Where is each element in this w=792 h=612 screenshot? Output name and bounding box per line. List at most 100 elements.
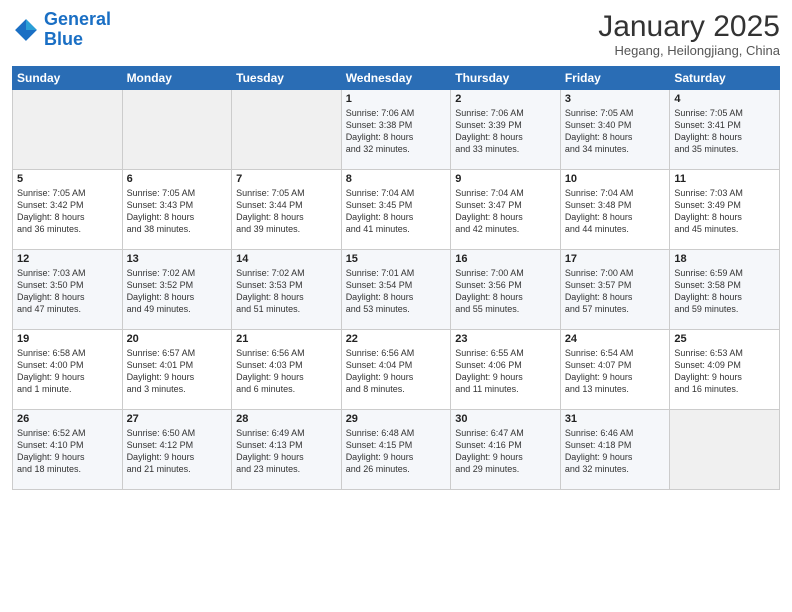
calendar-cell: 26Sunrise: 6:52 AM Sunset: 4:10 PM Dayli…	[13, 410, 123, 490]
cell-content: Sunrise: 6:55 AM Sunset: 4:06 PM Dayligh…	[455, 347, 556, 396]
calendar-cell	[670, 410, 780, 490]
calendar-cell: 19 Sunrise: 6:58 AM Sunset: 4:00 PM Dayli…	[13, 330, 123, 410]
calendar-cell: 16Sunrise: 7:00 AM Sunset: 3:56 PM Dayli…	[451, 250, 561, 330]
cell-content: Sunrise: 7:02 AM Sunset: 3:52 PM Dayligh…	[127, 267, 228, 316]
cell-content: Sunrise: 7:00 AM Sunset: 3:56 PM Dayligh…	[455, 267, 556, 316]
calendar-cell: 8 Sunrise: 7:04 AM Sunset: 3:45 PM Daylig…	[341, 170, 451, 250]
logo: General Blue	[12, 10, 111, 50]
cell-content: Sunrise: 6:58 AM Sunset: 4:00 PM Dayligh…	[17, 347, 118, 396]
calendar-cell	[232, 90, 342, 170]
day-number: 11	[674, 173, 775, 185]
cell-content: Sunrise: 7:05 AM Sunset: 3:44 PM Dayligh…	[236, 187, 337, 236]
page-container: General Blue January 2025 Hegang, Heilon…	[0, 0, 792, 498]
cell-content: Sunrise: 7:04 AM Sunset: 3:45 PM Dayligh…	[346, 187, 447, 236]
day-header-sunday: Sunday	[13, 67, 123, 90]
day-header-monday: Monday	[122, 67, 232, 90]
calendar-week-row: 5 Sunrise: 7:05 AM Sunset: 3:42 PM Daylig…	[13, 170, 780, 250]
cell-content: Sunrise: 7:05 AM Sunset: 3:42 PM Dayligh…	[17, 187, 118, 236]
day-number: 22	[346, 333, 447, 345]
calendar-cell: 3 Sunrise: 7:05 AM Sunset: 3:40 PM Daylig…	[560, 90, 670, 170]
logo-general: General	[44, 9, 111, 29]
day-number: 7	[236, 173, 337, 185]
calendar-week-row: 26Sunrise: 6:52 AM Sunset: 4:10 PM Dayli…	[13, 410, 780, 490]
logo-blue: Blue	[44, 30, 111, 50]
cell-content: Sunrise: 6:49 AM Sunset: 4:13 PM Dayligh…	[236, 427, 337, 476]
cell-content: Sunrise: 7:06 AM Sunset: 3:39 PM Dayligh…	[455, 107, 556, 156]
calendar-cell: 7 Sunrise: 7:05 AM Sunset: 3:44 PM Daylig…	[232, 170, 342, 250]
day-header-thursday: Thursday	[451, 67, 561, 90]
cell-content: Sunrise: 6:56 AM Sunset: 4:03 PM Dayligh…	[236, 347, 337, 396]
day-number: 19	[17, 333, 118, 345]
calendar-cell: 21Sunrise: 6:56 AM Sunset: 4:03 PM Dayli…	[232, 330, 342, 410]
calendar-cell: 14Sunrise: 7:02 AM Sunset: 3:53 PM Dayli…	[232, 250, 342, 330]
calendar-week-row: 1Sunrise: 7:06 AM Sunset: 3:38 PM Daylig…	[13, 90, 780, 170]
calendar-cell	[122, 90, 232, 170]
cell-content: Sunrise: 7:04 AM Sunset: 3:48 PM Dayligh…	[565, 187, 666, 236]
day-number: 13	[127, 253, 228, 265]
calendar-week-row: 19 Sunrise: 6:58 AM Sunset: 4:00 PM Dayli…	[13, 330, 780, 410]
month-title: January 2025	[598, 10, 780, 43]
calendar-cell: 31 Sunrise: 6:46 AM Sunset: 4:18 PM Dayli…	[560, 410, 670, 490]
day-number: 30	[455, 413, 556, 425]
calendar-week-row: 12Sunrise: 7:03 AM Sunset: 3:50 PM Dayli…	[13, 250, 780, 330]
calendar-cell: 22 Sunrise: 6:56 AM Sunset: 4:04 PM Dayli…	[341, 330, 451, 410]
logo-icon	[12, 16, 40, 44]
calendar-cell: 6Sunrise: 7:05 AM Sunset: 3:43 PM Daylig…	[122, 170, 232, 250]
day-number: 6	[127, 173, 228, 185]
calendar-cell: 24Sunrise: 6:54 AM Sunset: 4:07 PM Dayli…	[560, 330, 670, 410]
cell-content: Sunrise: 7:03 AM Sunset: 3:49 PM Dayligh…	[674, 187, 775, 236]
day-number: 10	[565, 173, 666, 185]
day-number: 12	[17, 253, 118, 265]
calendar-cell: 15 Sunrise: 7:01 AM Sunset: 3:54 PM Dayli…	[341, 250, 451, 330]
calendar-cell: 13 Sunrise: 7:02 AM Sunset: 3:52 PM Dayli…	[122, 250, 232, 330]
calendar-cell: 25Sunrise: 6:53 AM Sunset: 4:09 PM Dayli…	[670, 330, 780, 410]
day-header-tuesday: Tuesday	[232, 67, 342, 90]
day-header-friday: Friday	[560, 67, 670, 90]
cell-content: Sunrise: 7:02 AM Sunset: 3:53 PM Dayligh…	[236, 267, 337, 316]
day-number: 15	[346, 253, 447, 265]
day-number: 31	[565, 413, 666, 425]
day-number: 17	[565, 253, 666, 265]
calendar-cell: 27Sunrise: 6:50 AM Sunset: 4:12 PM Dayli…	[122, 410, 232, 490]
calendar-cell: 12Sunrise: 7:03 AM Sunset: 3:50 PM Dayli…	[13, 250, 123, 330]
day-number: 20	[127, 333, 228, 345]
cell-content: Sunrise: 7:06 AM Sunset: 3:38 PM Dayligh…	[346, 107, 447, 156]
calendar-cell: 9 Sunrise: 7:04 AM Sunset: 3:47 PM Daylig…	[451, 170, 561, 250]
cell-content: Sunrise: 7:05 AM Sunset: 3:40 PM Dayligh…	[565, 107, 666, 156]
calendar-cell: 1Sunrise: 7:06 AM Sunset: 3:38 PM Daylig…	[341, 90, 451, 170]
calendar-cell	[13, 90, 123, 170]
day-number: 23	[455, 333, 556, 345]
cell-content: Sunrise: 6:59 AM Sunset: 3:58 PM Dayligh…	[674, 267, 775, 316]
calendar-cell: 4Sunrise: 7:05 AM Sunset: 3:41 PM Daylig…	[670, 90, 780, 170]
day-number: 5	[17, 173, 118, 185]
cell-content: Sunrise: 6:46 AM Sunset: 4:18 PM Dayligh…	[565, 427, 666, 476]
cell-content: Sunrise: 6:57 AM Sunset: 4:01 PM Dayligh…	[127, 347, 228, 396]
day-number: 18	[674, 253, 775, 265]
cell-content: Sunrise: 6:56 AM Sunset: 4:04 PM Dayligh…	[346, 347, 447, 396]
day-number: 9	[455, 173, 556, 185]
calendar-cell: 5 Sunrise: 7:05 AM Sunset: 3:42 PM Daylig…	[13, 170, 123, 250]
calendar-header-row: SundayMondayTuesdayWednesdayThursdayFrid…	[13, 67, 780, 90]
calendar-cell: 29 Sunrise: 6:48 AM Sunset: 4:15 PM Dayli…	[341, 410, 451, 490]
cell-content: Sunrise: 6:47 AM Sunset: 4:16 PM Dayligh…	[455, 427, 556, 476]
day-number: 3	[565, 93, 666, 105]
day-number: 26	[17, 413, 118, 425]
cell-content: Sunrise: 6:54 AM Sunset: 4:07 PM Dayligh…	[565, 347, 666, 396]
page-header: General Blue January 2025 Hegang, Heilon…	[12, 10, 780, 58]
day-number: 8	[346, 173, 447, 185]
location: Hegang, Heilongjiang, China	[598, 43, 780, 58]
calendar-cell: 2Sunrise: 7:06 AM Sunset: 3:39 PM Daylig…	[451, 90, 561, 170]
cell-content: Sunrise: 7:00 AM Sunset: 3:57 PM Dayligh…	[565, 267, 666, 316]
cell-content: Sunrise: 6:53 AM Sunset: 4:09 PM Dayligh…	[674, 347, 775, 396]
cell-content: Sunrise: 6:50 AM Sunset: 4:12 PM Dayligh…	[127, 427, 228, 476]
calendar-cell: 17 Sunrise: 7:00 AM Sunset: 3:57 PM Dayli…	[560, 250, 670, 330]
day-number: 4	[674, 93, 775, 105]
calendar-cell: 20 Sunrise: 6:57 AM Sunset: 4:01 PM Dayli…	[122, 330, 232, 410]
cell-content: Sunrise: 6:48 AM Sunset: 4:15 PM Dayligh…	[346, 427, 447, 476]
cell-content: Sunrise: 7:01 AM Sunset: 3:54 PM Dayligh…	[346, 267, 447, 316]
calendar-cell: 18 Sunrise: 6:59 AM Sunset: 3:58 PM Dayli…	[670, 250, 780, 330]
logo-text: General Blue	[44, 10, 111, 50]
day-header-wednesday: Wednesday	[341, 67, 451, 90]
cell-content: Sunrise: 7:04 AM Sunset: 3:47 PM Dayligh…	[455, 187, 556, 236]
day-number: 29	[346, 413, 447, 425]
